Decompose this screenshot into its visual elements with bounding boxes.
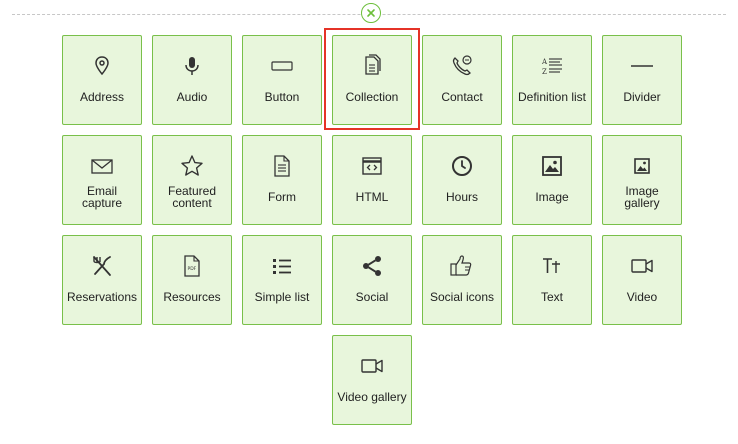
tile-label: Text [540, 290, 563, 304]
tile-email-capture[interactable]: Email capture [62, 135, 142, 225]
tile-definition-list[interactable]: AZ Definition list [512, 35, 592, 125]
definition-list-icon: AZ [541, 58, 562, 76]
tile-featured-content[interactable]: Featured content [152, 135, 232, 225]
text-icon [543, 258, 560, 273]
tile-divider[interactable]: Divider [602, 35, 682, 125]
image-icon [542, 156, 562, 176]
thumbs-up-icon [450, 255, 472, 276]
divider-icon [631, 65, 653, 67]
tile-label: Reservations [66, 290, 138, 304]
tile-label: Featured content [167, 184, 217, 210]
tile-text[interactable]: Text [512, 235, 592, 325]
star-icon [181, 155, 203, 176]
tile-video[interactable]: Video [602, 235, 682, 325]
tile-label: Social [355, 290, 389, 304]
code-icon [362, 157, 382, 175]
video-camera-icon [631, 259, 653, 273]
phone-chat-icon [452, 55, 472, 76]
share-icon [363, 256, 381, 276]
tile-label: Audio [176, 90, 208, 104]
tile-label: Divider [623, 90, 661, 104]
tile-label: Address [79, 90, 125, 104]
tile-label: Email capture [81, 184, 123, 210]
tile-label: Hours [445, 190, 478, 204]
tile-label: HTML [355, 190, 389, 204]
tile-image[interactable]: Image [512, 135, 592, 225]
svg-text:A: A [541, 58, 548, 66]
tile-html[interactable]: HTML [332, 135, 412, 225]
tile-hours[interactable]: Hours [422, 135, 502, 225]
tile-image-gallery[interactable]: Image gallery [602, 135, 682, 225]
tile-label: Form [268, 190, 296, 204]
tile-social-icons[interactable]: Social icons [422, 235, 502, 325]
svg-text:PDF: PDF [188, 266, 197, 272]
tile-label: Resources [163, 290, 221, 304]
tile-social[interactable]: Social [332, 235, 412, 325]
tile-resources[interactable]: PDF Resources [152, 235, 232, 325]
tile-label: Contact [441, 90, 483, 104]
button-icon [271, 61, 293, 71]
list-icon [273, 259, 291, 274]
tile-simple-list[interactable]: Simple list [242, 235, 322, 325]
tile-reservations[interactable]: Reservations [62, 235, 142, 325]
tile-form[interactable]: Form [242, 135, 322, 225]
tile-address[interactable]: Address [62, 35, 142, 125]
tile-label: Definition list [517, 90, 587, 104]
fork-knife-icon [93, 256, 111, 276]
map-pin-icon [95, 56, 109, 76]
microphone-icon [185, 57, 199, 75]
tile-audio[interactable]: Audio [152, 35, 232, 125]
envelope-icon [91, 159, 113, 174]
tile-contact[interactable]: Contact [422, 35, 502, 125]
tile-video-gallery[interactable]: Video gallery [332, 335, 412, 425]
tile-label: Video gallery [337, 390, 407, 404]
tile-label: Image gallery [624, 184, 660, 210]
tile-label: Button [264, 90, 300, 104]
clock-icon [452, 156, 472, 176]
selection-highlight [324, 28, 420, 130]
tile-label: Image [535, 190, 569, 204]
form-icon [274, 155, 290, 177]
tile-label: Video [626, 290, 658, 304]
image-gallery-icon [634, 158, 650, 174]
pdf-file-icon: PDF [184, 255, 200, 277]
tile-label: Simple list [254, 290, 310, 304]
svg-text:Z: Z [542, 68, 547, 76]
tile-label: Social icons [429, 290, 495, 304]
tile-button[interactable]: Button [242, 35, 322, 125]
video-gallery-icon [361, 359, 383, 373]
